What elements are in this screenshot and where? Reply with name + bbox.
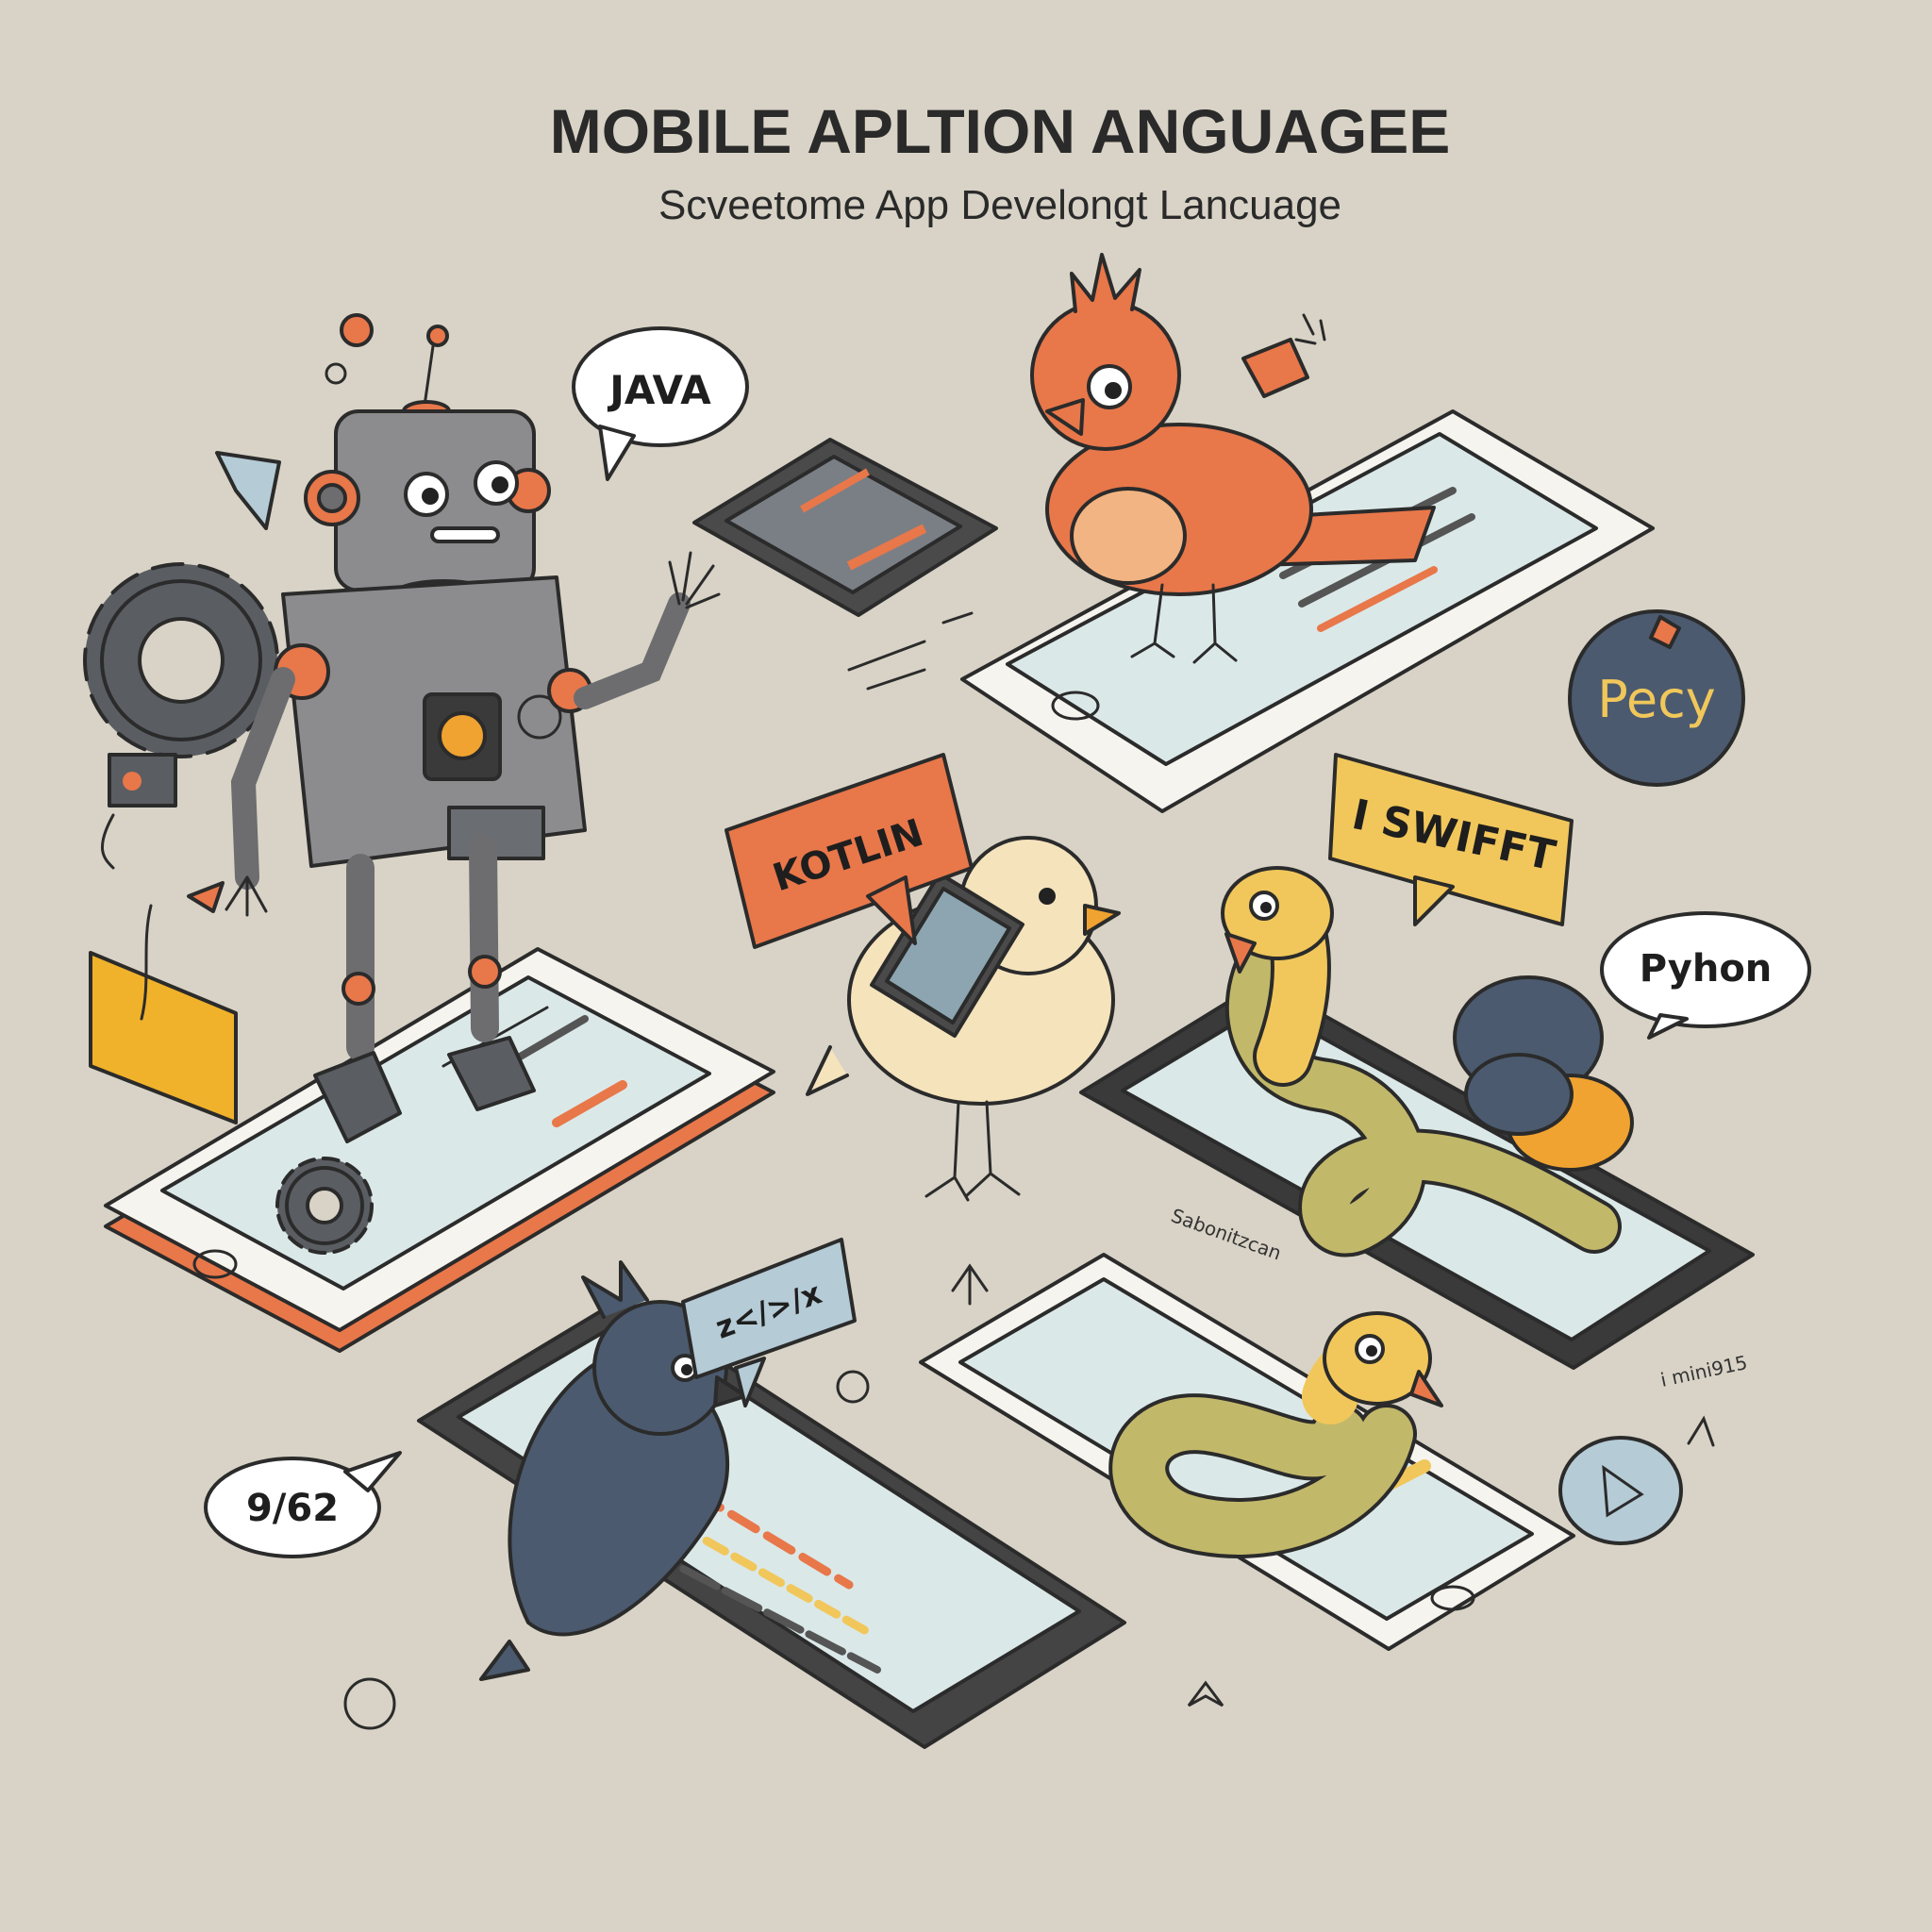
signature-right: i mini915 xyxy=(1658,1351,1749,1391)
number-label: 9/62 xyxy=(246,1487,339,1530)
page-title: MOBILE APLTION ANGUAGEE xyxy=(550,96,1451,166)
pecy-badge: Pecy xyxy=(1568,609,1745,787)
swift-bubble: I SWIFFT xyxy=(1328,753,1574,926)
number-bubble: 9/62 xyxy=(204,1451,402,1558)
python-label: Pyhon xyxy=(1640,947,1773,991)
play-bubble xyxy=(1558,1436,1683,1545)
gear-icon xyxy=(83,562,279,758)
small-gear-icon xyxy=(275,1157,374,1255)
pecy-label: Pecy xyxy=(1597,670,1716,729)
python-bubble: Pyhon xyxy=(1600,911,1811,1040)
signature-left: Sabonitzcan xyxy=(1168,1204,1284,1264)
java-label: JAVA xyxy=(607,367,711,413)
java-bubble: JAVA xyxy=(572,326,749,481)
tablet-small xyxy=(692,438,998,617)
page-subtitle: Scveetome App Develongt Lancuage xyxy=(658,182,1341,228)
illustration-canvas: MOBILE APLTION ANGUAGEE Scveetome App De… xyxy=(0,0,1932,1932)
